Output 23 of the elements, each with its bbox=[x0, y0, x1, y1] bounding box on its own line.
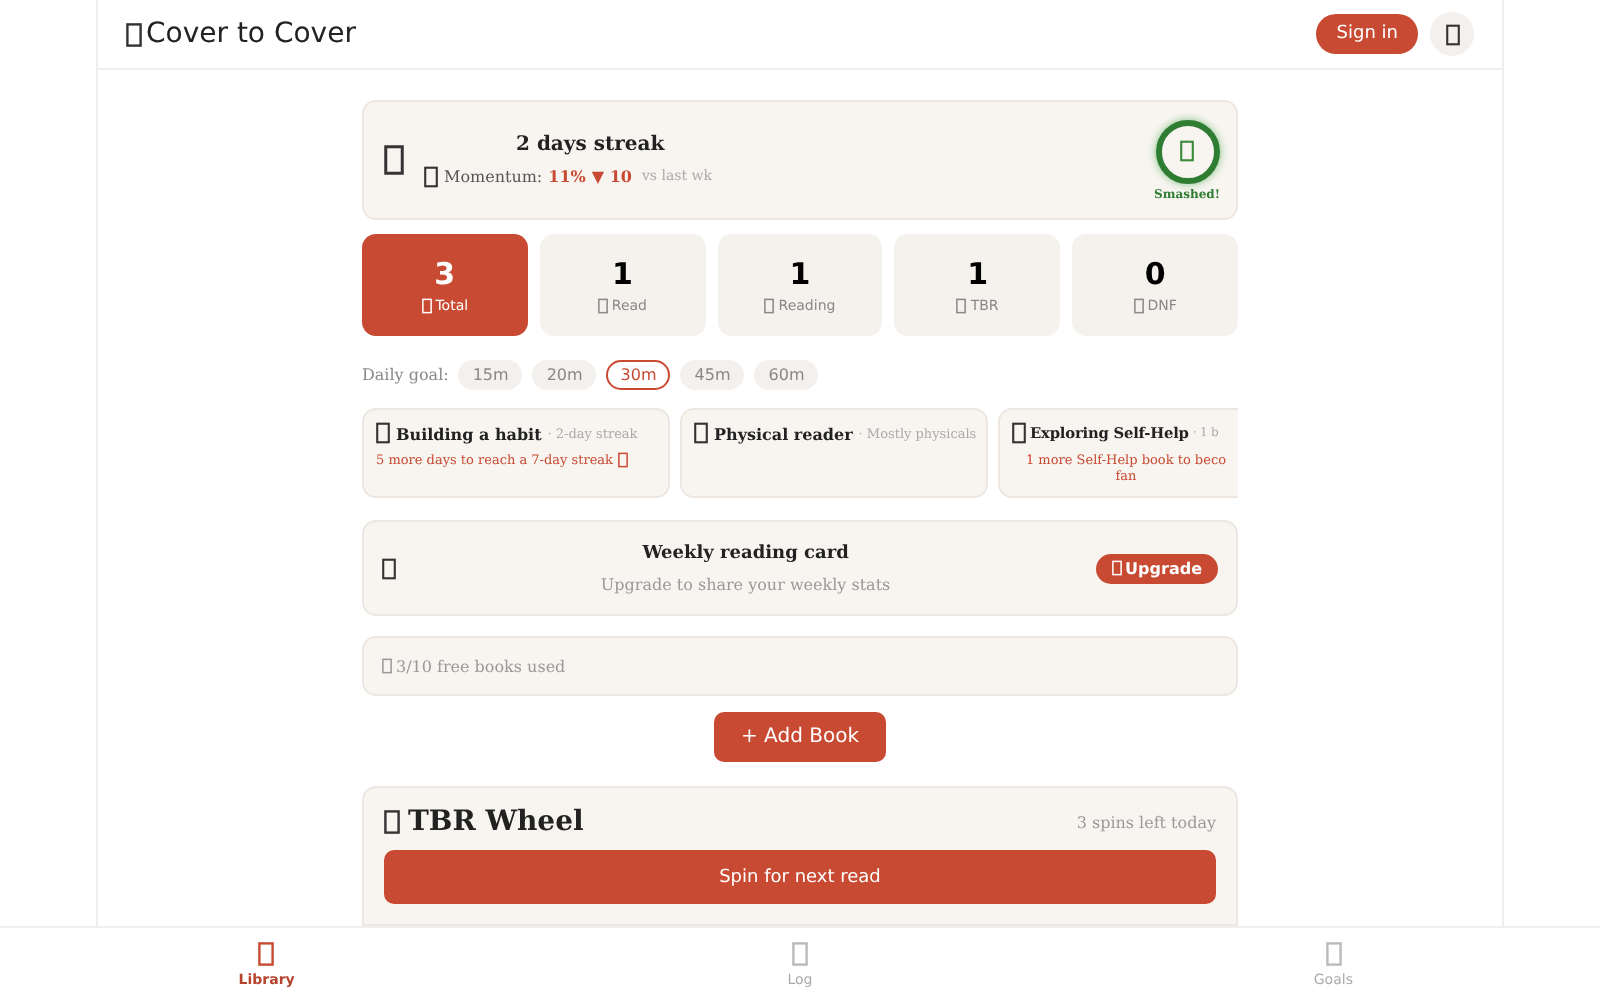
spins-left: 3 spins left today bbox=[1076, 813, 1216, 831]
momentum-value: 11% bbox=[548, 166, 586, 186]
streak-title: 2 days streak bbox=[516, 133, 667, 155]
spin-button[interactable]: Spin for next read bbox=[384, 850, 1216, 904]
momentum-label: Momentum: bbox=[444, 167, 543, 185]
menu-button[interactable] bbox=[1430, 12, 1474, 56]
goal-chip[interactable]: 45m bbox=[680, 360, 745, 390]
goal-chip[interactable]: 15m bbox=[458, 360, 523, 390]
tbr-wheel-title: TBR Wheel bbox=[408, 806, 584, 838]
goal-chip[interactable]: 20m bbox=[532, 360, 597, 390]
add-book-button[interactable]: + Add Book bbox=[713, 712, 887, 762]
weekly-card-title: Weekly reading card bbox=[642, 543, 849, 563]
free-books-text: 3/10 free books used bbox=[396, 657, 566, 675]
insight-title: Physical reader bbox=[714, 423, 853, 443]
momentum-change: ▼ 10 bbox=[591, 166, 632, 186]
goal-chip[interactable]: 30m bbox=[606, 360, 671, 390]
daily-goal-label: Daily goal: bbox=[362, 366, 449, 384]
weekly-card-subtitle: Upgrade to share your weekly stats bbox=[600, 575, 891, 593]
app-title: Cover to Cover bbox=[146, 18, 356, 50]
sign-in-button[interactable]: Sign in bbox=[1316, 14, 1418, 54]
upgrade-button[interactable]: Upgrade bbox=[1095, 553, 1218, 583]
goal-chip[interactable]: 60m bbox=[754, 360, 819, 390]
insight-title: Building a habit bbox=[396, 423, 542, 443]
